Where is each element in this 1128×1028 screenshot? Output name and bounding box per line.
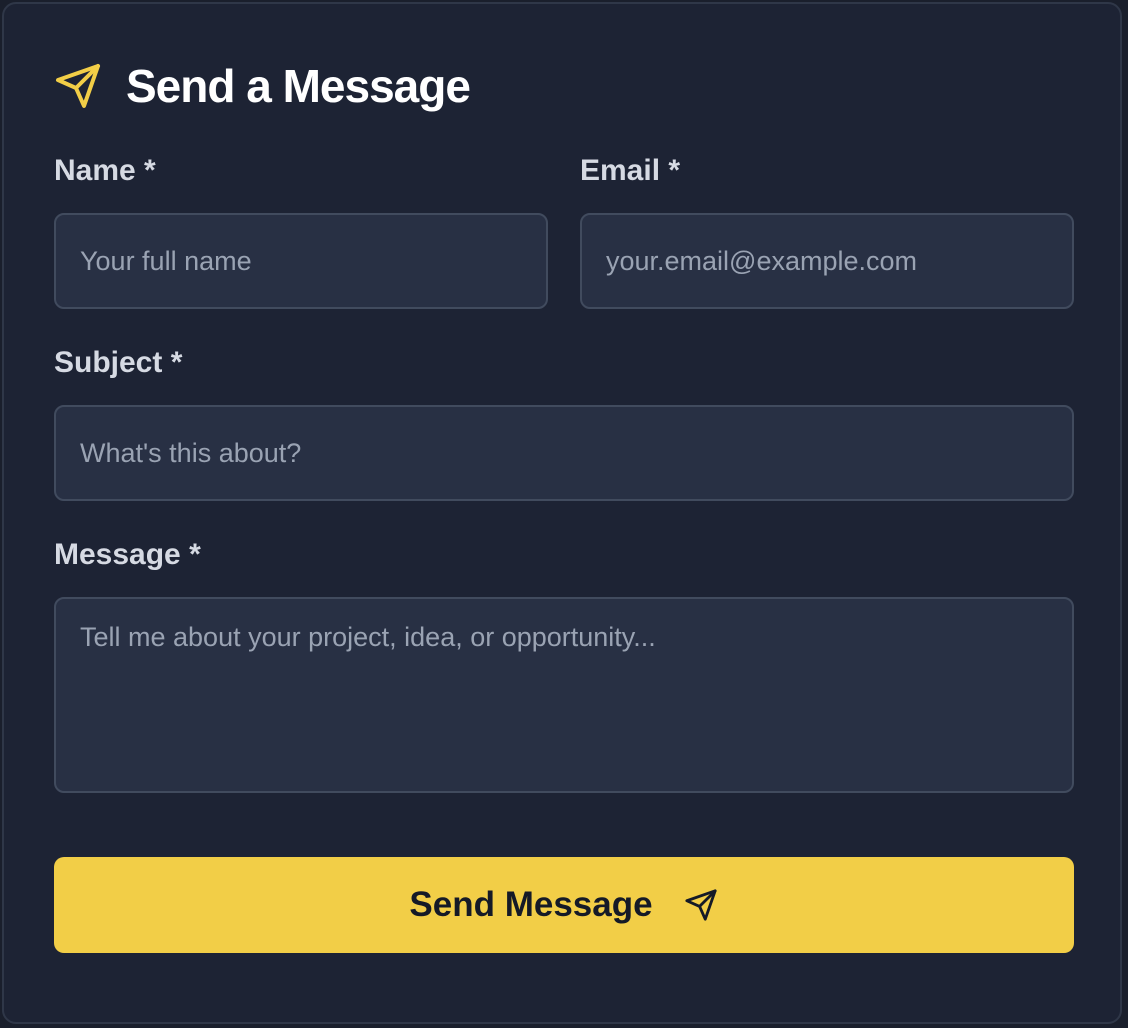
contact-form-card: Send a Message Name * Email * Subject * … [2, 2, 1122, 1024]
form-header: Send a Message [54, 60, 471, 112]
name-input[interactable] [54, 213, 548, 309]
send-icon [54, 62, 102, 110]
message-textarea[interactable] [54, 597, 1074, 793]
send-icon [683, 887, 719, 923]
email-input[interactable] [580, 213, 1074, 309]
subject-label: Subject * [54, 346, 183, 379]
message-label: Message * [54, 538, 201, 571]
name-label: Name * [54, 154, 156, 187]
send-message-button[interactable]: Send Message [54, 857, 1074, 953]
send-message-button-label: Send Message [409, 885, 653, 924]
form-title: Send a Message [126, 60, 471, 112]
email-label: Email * [580, 154, 681, 187]
subject-input[interactable] [54, 405, 1074, 501]
